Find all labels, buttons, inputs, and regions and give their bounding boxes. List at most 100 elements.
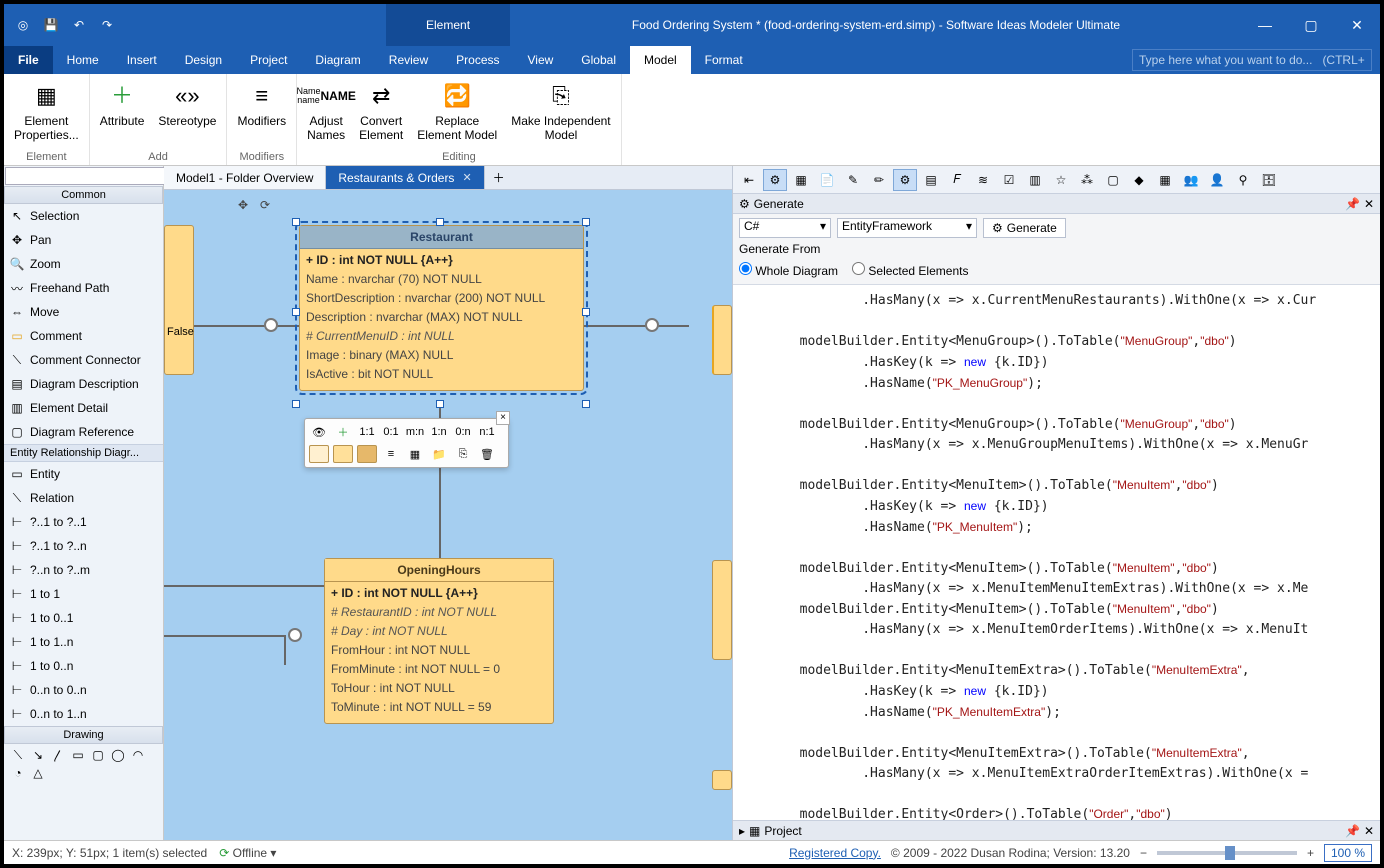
language-select[interactable]: C# ▾: [739, 218, 831, 238]
tool-icon-18[interactable]: ⚲: [1231, 169, 1255, 191]
menu-insert[interactable]: Insert: [113, 46, 171, 74]
radio-whole-diagram[interactable]: Whole Diagram: [739, 262, 838, 278]
tool-freehand[interactable]: 〰Freehand Path: [4, 276, 163, 300]
tool-diagram-description[interactable]: ▤Diagram Description: [4, 372, 163, 396]
card-1-n[interactable]: 1:n: [429, 423, 449, 441]
toggle-panel-icon[interactable]: ⇤: [737, 169, 761, 191]
entity-openinghours[interactable]: OpeningHours + ID : int NOT NULL {A++}# …: [324, 558, 554, 724]
tool-icon-1[interactable]: ▦: [789, 169, 813, 191]
rect-icon[interactable]: ▭: [70, 748, 86, 762]
panel-close-icon[interactable]: ✕: [1364, 824, 1374, 838]
menu-model[interactable]: Model: [630, 46, 691, 74]
convert-element-button[interactable]: ⇄ Convert Element: [353, 76, 409, 147]
menu-global[interactable]: Global: [567, 46, 630, 74]
tool-relation[interactable]: ⟍Relation: [4, 486, 163, 510]
tool-card-6[interactable]: ⊢1 to 0..n: [4, 654, 163, 678]
attribute-button[interactable]: ＋ Attribute: [94, 76, 151, 132]
tool-icon-8[interactable]: ≋: [971, 169, 995, 191]
tool-icon-10[interactable]: ▥: [1023, 169, 1047, 191]
modifiers-button[interactable]: ≡ Modifiers: [231, 76, 292, 132]
pin-icon[interactable]: 📌: [1345, 197, 1360, 211]
tool-element-detail[interactable]: ▥Element Detail: [4, 396, 163, 420]
pie-icon[interactable]: ◔: [10, 766, 26, 780]
tool-icon-5[interactable]: ⚙: [893, 169, 917, 191]
diagram-canvas[interactable]: False Restaurant + ID :: [164, 190, 732, 840]
zoom-in-button[interactable]: +: [1307, 846, 1314, 860]
toolbox-search-input[interactable]: [5, 167, 170, 185]
context-tab-element[interactable]: Element: [386, 4, 510, 46]
code-gen-icon[interactable]: ⚙: [763, 169, 787, 191]
tool-card-1[interactable]: ⊢?..1 to ?..n: [4, 534, 163, 558]
tool-comment-connector[interactable]: ⟍Comment Connector: [4, 348, 163, 372]
tool-icon-16[interactable]: 👥: [1179, 169, 1203, 191]
swatch-2[interactable]: [333, 445, 353, 463]
swatch-1[interactable]: [309, 445, 329, 463]
registered-link[interactable]: Registered Copy.: [789, 846, 881, 860]
maximize-button[interactable]: ▢: [1288, 4, 1334, 46]
menu-format[interactable]: Format: [691, 46, 757, 74]
element-properties-button[interactable]: ▦ Element Properties...: [8, 76, 85, 147]
swatch-3[interactable]: [357, 445, 377, 463]
tool-zoom[interactable]: 🔍Zoom: [4, 252, 163, 276]
card-n-1[interactable]: n:1: [477, 423, 497, 441]
offline-status[interactable]: ⟳ Offline ▾: [219, 846, 276, 860]
make-independent-button[interactable]: ⎘ Make Independent Model: [505, 76, 616, 147]
sql-icon[interactable]: ▦: [405, 445, 425, 463]
list-icon[interactable]: ≡: [381, 445, 401, 463]
menu-project[interactable]: Project: [236, 46, 301, 74]
tool-icon-9[interactable]: ☑: [997, 169, 1021, 191]
tool-icon-19[interactable]: 🗄: [1257, 169, 1281, 191]
tool-card-7[interactable]: ⊢0..n to 0..n: [4, 678, 163, 702]
tool-icon-6[interactable]: ▤: [919, 169, 943, 191]
close-button[interactable]: ✕: [1334, 4, 1380, 46]
tool-card-0[interactable]: ⊢?..1 to ?..1: [4, 510, 163, 534]
copy-icon[interactable]: ⎘: [453, 445, 473, 463]
menu-design[interactable]: Design: [171, 46, 236, 74]
tool-card-2[interactable]: ⊢?..n to ?..m: [4, 558, 163, 582]
partial-entity-right-3[interactable]: [712, 770, 732, 790]
panel-close-icon[interactable]: ✕: [1364, 197, 1374, 211]
undo-icon[interactable]: ↶: [70, 16, 88, 34]
tool-icon-12[interactable]: ⁂: [1075, 169, 1099, 191]
tool-entity[interactable]: ▭Entity: [4, 462, 163, 486]
menu-home[interactable]: Home: [53, 46, 113, 74]
collapse-icon[interactable]: ▸: [739, 824, 745, 838]
ellipse-icon[interactable]: ◯: [110, 748, 126, 762]
eye-icon[interactable]: 👁: [309, 423, 329, 441]
generate-button[interactable]: ⚙Generate: [983, 218, 1066, 238]
redo-icon[interactable]: ↷: [98, 16, 116, 34]
menu-diagram[interactable]: Diagram: [301, 46, 374, 74]
menu-review[interactable]: Review: [375, 46, 442, 74]
partial-entity-right-2[interactable]: [712, 560, 732, 660]
card-0-1[interactable]: 0:1: [381, 423, 401, 441]
folder-icon[interactable]: 📁: [429, 445, 449, 463]
project-bar[interactable]: ▸ ▦ Project 📌 ✕: [733, 820, 1380, 840]
radio-selected-elements[interactable]: Selected Elements: [852, 262, 968, 278]
zoom-slider[interactable]: [1157, 851, 1297, 855]
partial-entity-right-1[interactable]: [712, 305, 732, 375]
tool-card-3[interactable]: ⊢1 to 1: [4, 582, 163, 606]
close-tab-icon[interactable]: ✕: [462, 171, 471, 184]
menu-file[interactable]: File: [4, 46, 53, 74]
tab-restaurants-orders[interactable]: Restaurants & Orders✕: [326, 166, 484, 189]
tool-card-4[interactable]: ⊢1 to 0..1: [4, 606, 163, 630]
code-output[interactable]: .HasMany(x => x.CurrentMenuRestaurants).…: [733, 285, 1380, 820]
tool-icon-7[interactable]: 𝐹: [945, 169, 969, 191]
tool-pan[interactable]: ✥Pan: [4, 228, 163, 252]
rotate-handle-icon[interactable]: ⟳: [260, 198, 270, 212]
add-tab-button[interactable]: ＋: [485, 166, 513, 189]
tool-icon-13[interactable]: ▢: [1101, 169, 1125, 191]
tool-icon-2[interactable]: 📄: [815, 169, 839, 191]
tool-diagram-reference[interactable]: ▢Diagram Reference: [4, 420, 163, 444]
target-select[interactable]: EntityFramework ▾: [837, 218, 977, 238]
stereotype-button[interactable]: «» Stereotype: [152, 76, 222, 132]
pin-icon[interactable]: 📌: [1345, 824, 1360, 838]
tool-selection[interactable]: ↖Selection: [4, 204, 163, 228]
arc-icon[interactable]: ◠: [130, 748, 146, 762]
delete-icon[interactable]: 🗑: [477, 445, 497, 463]
tab-folder-overview[interactable]: Model1 - Folder Overview: [164, 166, 326, 189]
command-search[interactable]: [1132, 46, 1372, 74]
tool-icon-17[interactable]: 👤: [1205, 169, 1229, 191]
entity-restaurant[interactable]: Restaurant + ID : int NOT NULL {A++}Name…: [299, 225, 584, 391]
tool-icon-15[interactable]: ▦: [1153, 169, 1177, 191]
